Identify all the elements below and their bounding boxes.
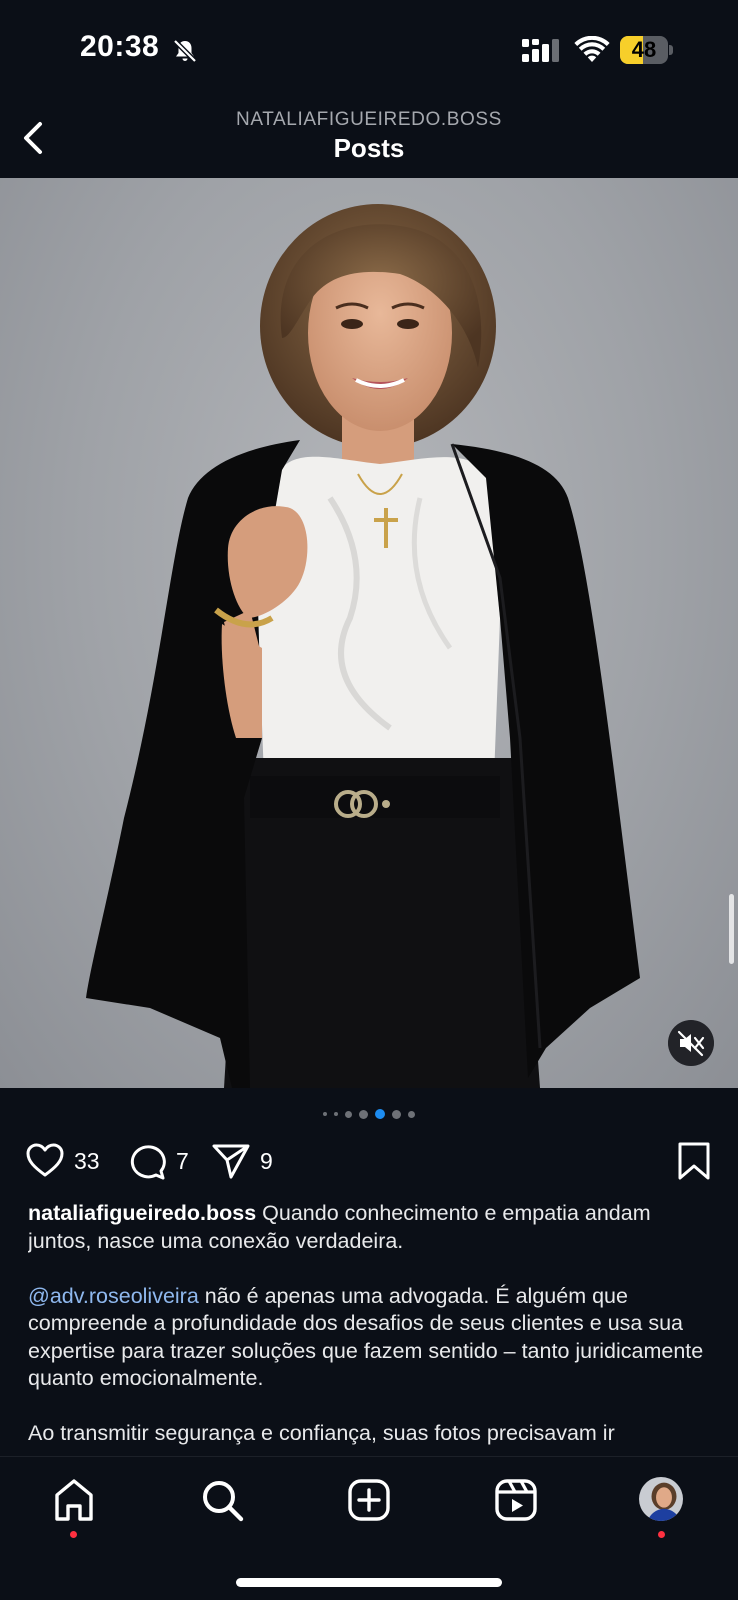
media-scrollbar [729,894,734,964]
like-count[interactable]: 33 [74,1148,100,1175]
home-icon[interactable] [49,1475,99,1525]
caption-paragraph: @adv.roseoliveira não é apenas uma advog… [28,1283,718,1393]
post-caption: nataliafigueiredo.boss Quando conhecimen… [28,1200,718,1456]
share-icon [212,1144,250,1179]
reels-icon[interactable] [491,1475,541,1525]
heart-icon [26,1143,64,1177]
home-notification-dot [70,1531,77,1538]
home-indicator[interactable] [236,1578,502,1587]
post-actions: 33 7 9 [0,1138,738,1184]
profile-avatar[interactable] [639,1477,683,1521]
carousel-dot-active [375,1109,385,1119]
share-count[interactable]: 9 [260,1148,273,1175]
carousel-dot [334,1112,338,1116]
like-button[interactable]: 33 [24,1138,100,1184]
avatar-image [639,1477,683,1521]
search-icon[interactable] [197,1475,247,1525]
portrait-illustration [86,204,640,1088]
post-photo[interactable] [0,178,738,1088]
share-button[interactable]: 9 [210,1138,273,1184]
profile-notification-dot [658,1531,665,1538]
caption-text: Ao transmitir segurança e confiança, sua… [28,1421,615,1445]
profile-username[interactable]: NATALIAFIGUEIREDO.BOSS [0,109,738,131]
carousel-indicator [0,1108,738,1120]
cellular-signal-icon [522,39,559,62]
carousel-dot [392,1109,401,1119]
caption-paragraph: nataliafigueiredo.boss Quando conhecimen… [28,1200,718,1255]
battery-icon: 48 [620,36,673,64]
comment-count[interactable]: 7 [176,1148,189,1175]
comment-icon [130,1145,166,1180]
carousel-dot [323,1112,327,1116]
top-header: NATALIAFIGUEIREDO.BOSS Posts [0,100,738,178]
battery-level: 48 [631,37,657,62]
bottom-navigation [0,1456,738,1600]
comment-button[interactable]: 7 [126,1138,189,1184]
carousel-dot [359,1109,368,1119]
caption-paragraph: Ao transmitir segurança e confiança, sua… [28,1420,718,1448]
wifi-icon [574,36,610,62]
page-title: Posts [333,133,405,163]
carousel-dot [345,1110,352,1118]
caption-mention[interactable]: @adv.roseoliveira [28,1284,199,1308]
carousel-dot [408,1110,415,1118]
create-icon[interactable] [344,1475,394,1525]
status-bar: 20:38 48 [0,0,738,100]
mute-icon[interactable] [668,1020,714,1066]
status-time: 20:38 [80,30,160,63]
bell-slash-icon [173,39,197,63]
bookmark-icon[interactable] [674,1140,714,1182]
caption-username[interactable]: nataliafigueiredo.boss [28,1201,256,1225]
